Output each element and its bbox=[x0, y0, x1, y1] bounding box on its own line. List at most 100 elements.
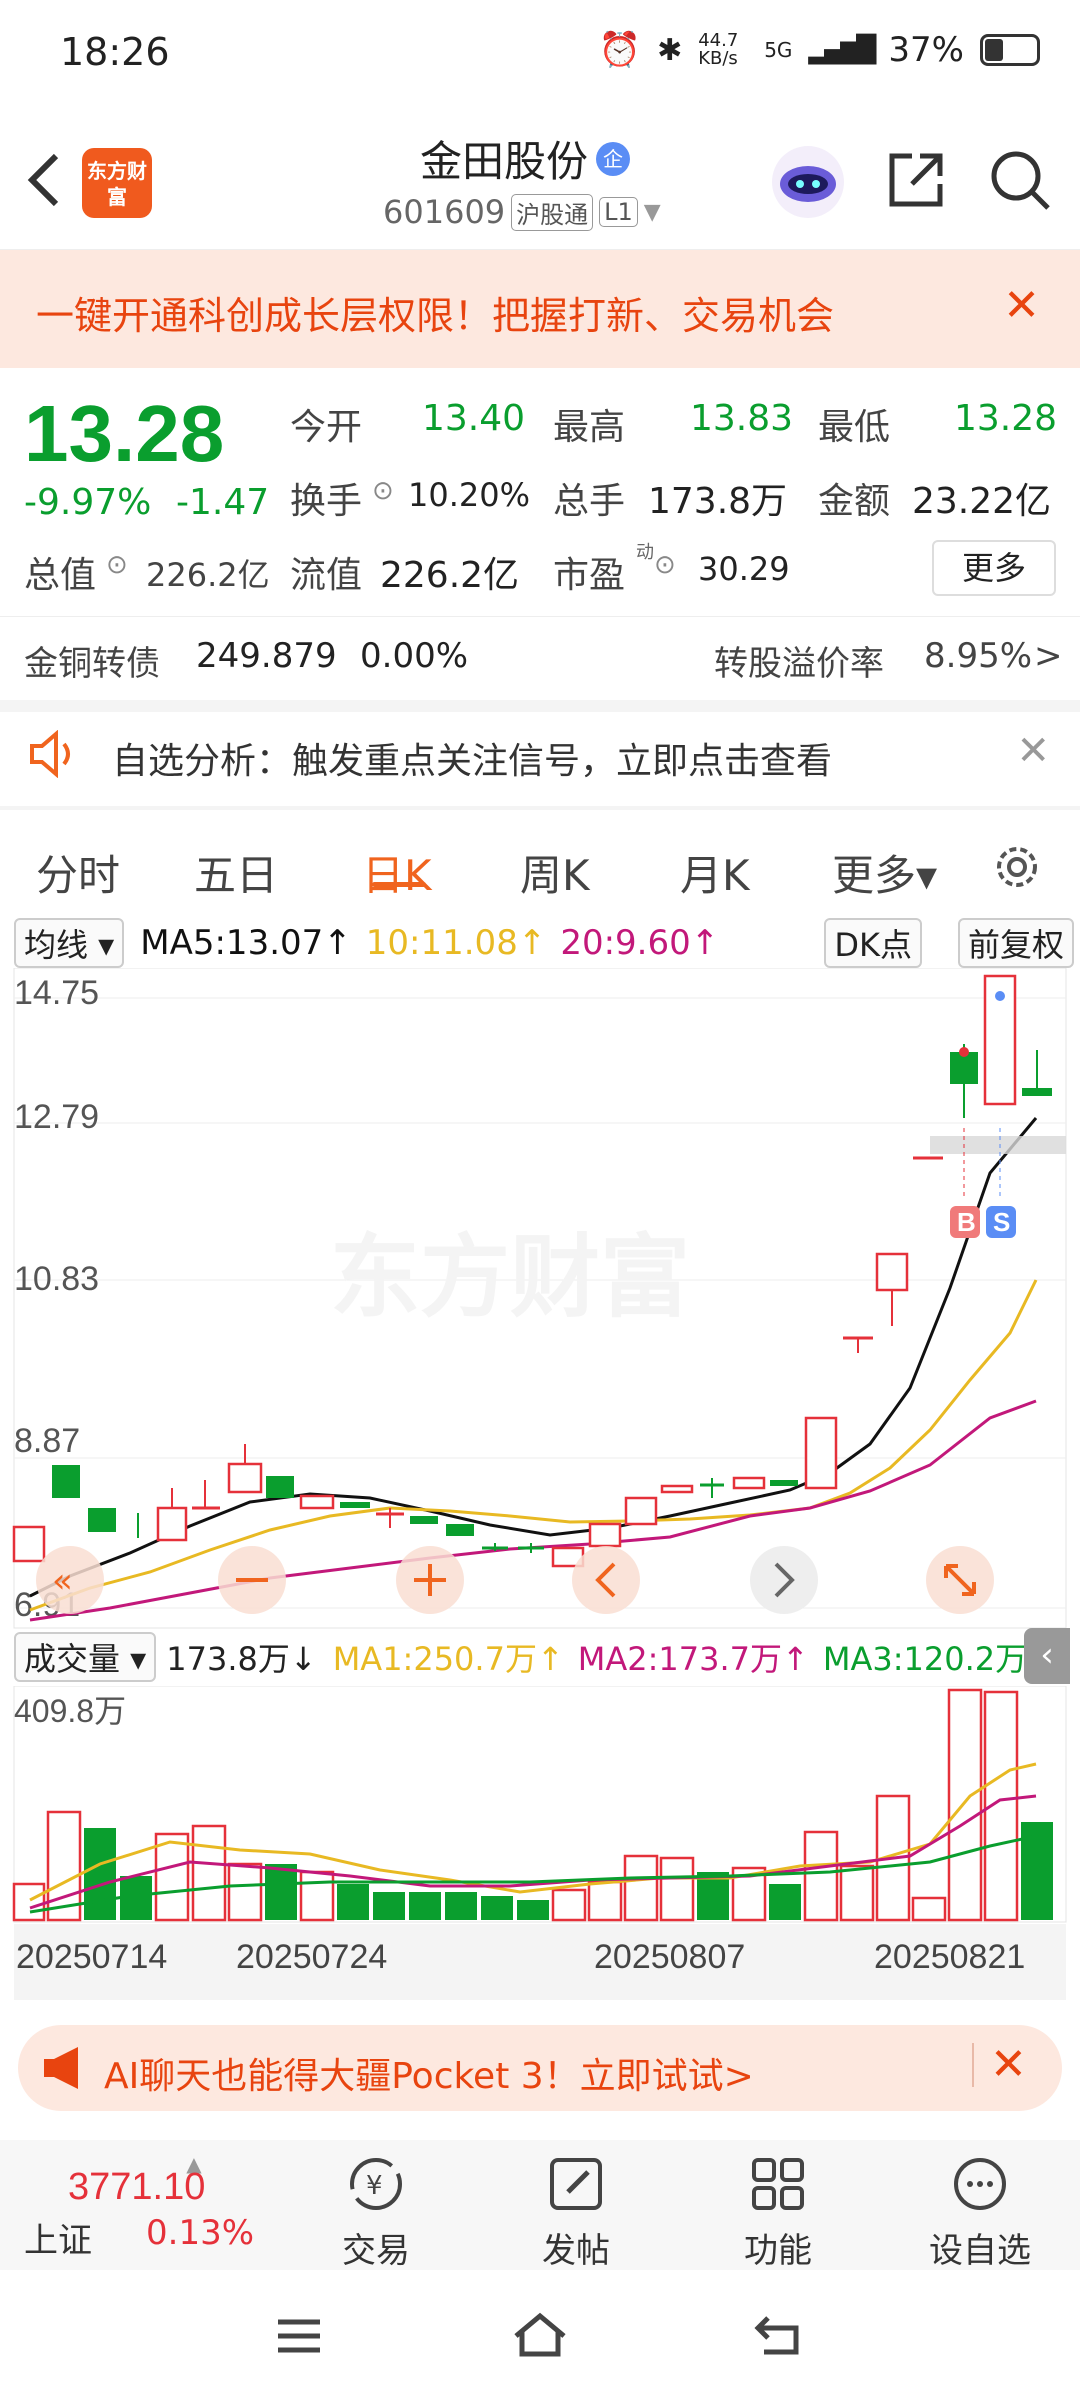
tab-weekly-k[interactable]: 周K bbox=[520, 842, 590, 903]
stock-code: 601609 bbox=[383, 193, 506, 231]
low-value: 13.28 bbox=[954, 398, 1058, 439]
info-icon[interactable]: ⊙ bbox=[372, 476, 394, 506]
candle-down bbox=[1022, 1088, 1052, 1096]
watermark: 东方财富 bbox=[330, 1225, 690, 1330]
kline-chart[interactable]: 东方财富 14.75 12.79 10.83 8.87 6.91 bbox=[0, 968, 1080, 1630]
premium-value: 8.95% bbox=[924, 636, 1033, 676]
close-icon[interactable]: ✕ bbox=[1016, 728, 1050, 774]
stock-name: 金田股份 bbox=[420, 137, 589, 186]
grid-icon bbox=[752, 2158, 804, 2210]
battery-pct: 37% bbox=[888, 30, 964, 70]
index-name: 上证 bbox=[24, 2221, 92, 2261]
trade-button[interactable]: ¥ 交易 bbox=[306, 2154, 446, 2272]
svg-text:¥: ¥ bbox=[366, 2171, 383, 2201]
function-button[interactable]: 功能 bbox=[708, 2154, 848, 2272]
up-arrow-icon: ▲ bbox=[186, 2152, 202, 2176]
date-label: 20250714 bbox=[16, 1938, 167, 1976]
candle-down bbox=[410, 1516, 438, 1524]
candle-up bbox=[804, 1416, 838, 1490]
candle-up bbox=[624, 1496, 658, 1526]
rewind-icon[interactable]: « bbox=[52, 1561, 73, 1601]
adjust-button[interactable]: 前复权 bbox=[957, 918, 1074, 968]
status-bar: 18:26 ⏰ ✱ 44.7 KB/s 5G ▂▄▆█ 37% bbox=[0, 0, 1080, 110]
buy-marker: B bbox=[957, 1207, 976, 1237]
active-tab-indicator bbox=[372, 882, 426, 887]
bond-name: 金铜转债 bbox=[24, 644, 160, 684]
share-icon[interactable] bbox=[884, 148, 948, 212]
gear-icon[interactable] bbox=[990, 840, 1044, 894]
info-icon[interactable]: ⊙ bbox=[654, 550, 676, 580]
candle-up bbox=[660, 1484, 694, 1494]
float-label: 流值 bbox=[290, 555, 363, 596]
change-percent: -9.97% bbox=[24, 482, 152, 523]
net-speed: 44.7 KB/s bbox=[698, 30, 739, 69]
tab-monthly-k[interactable]: 月K bbox=[680, 842, 750, 903]
tab-intraday[interactable]: 分时 bbox=[36, 842, 120, 903]
pe-dynamic-sup: 动 bbox=[636, 542, 654, 563]
volume-label: 总手 bbox=[553, 481, 626, 522]
ai-robot-icon[interactable] bbox=[768, 142, 848, 222]
volume-selector[interactable]: 成交量 ▾ bbox=[14, 1632, 157, 1682]
tab-more[interactable]: 更多▾ bbox=[832, 842, 937, 903]
candle-up bbox=[227, 1462, 263, 1494]
back-nav-icon[interactable] bbox=[752, 2312, 806, 2358]
stock-code-row[interactable]: 601609 沪股通 L1 ▼ bbox=[383, 193, 661, 231]
collapse-tab-icon[interactable]: ‹ bbox=[1024, 1628, 1070, 1684]
candle-down bbox=[770, 1480, 798, 1486]
tab-five-day[interactable]: 五日 bbox=[194, 842, 278, 903]
promo-banner[interactable]: 一键开通科创成长层权限！把握打新、交易机会 ✕ bbox=[0, 250, 1080, 368]
chevron-right-icon: > bbox=[1034, 636, 1063, 676]
dk-point-button[interactable]: DK点 bbox=[824, 918, 922, 968]
divider bbox=[972, 2043, 974, 2087]
ai-promo-banner[interactable]: AI聊天也能得大疆Pocket 3！立即试试> ✕ bbox=[18, 2025, 1062, 2111]
app-logo[interactable]: 东方财富 bbox=[82, 148, 152, 218]
candle-down bbox=[266, 1476, 294, 1498]
high-label: 最高 bbox=[553, 407, 626, 448]
signal-5g: 5G bbox=[764, 38, 793, 62]
home-icon[interactable] bbox=[510, 2310, 570, 2360]
promo-text: 一键开通科创成长层权限！把握打新、交易机会 bbox=[36, 294, 835, 338]
post-label: 发帖 bbox=[542, 2231, 610, 2271]
alarm-icon: ⏰ bbox=[598, 30, 642, 70]
info-icon[interactable]: ⊙ bbox=[106, 550, 128, 580]
more-button[interactable]: 更多 bbox=[932, 540, 1056, 596]
mktcap-label: 总值 bbox=[24, 555, 97, 596]
candle-down bbox=[446, 1524, 474, 1536]
search-icon[interactable] bbox=[988, 148, 1052, 212]
volume-legend: 成交量 ▾ 173.8万↓ MA1:250.7万↑ MA2:173.7万↑ MA… bbox=[14, 1632, 1064, 1682]
post-button[interactable]: 发帖 bbox=[506, 2154, 646, 2272]
trade-icon: ¥ bbox=[350, 2158, 402, 2210]
ma10-value: 10:11.08↑ bbox=[365, 923, 547, 963]
turnover-label: 换手 bbox=[290, 481, 363, 522]
add-watchlist-button[interactable]: 设自选 bbox=[910, 2154, 1050, 2272]
bond-price: 249.879 bbox=[196, 636, 337, 676]
back-icon[interactable] bbox=[20, 150, 70, 210]
current-price: 13.28 bbox=[24, 389, 225, 478]
index-widget[interactable]: ▲ 3771.10 上证 0.13% bbox=[24, 2152, 284, 2262]
change-amount: -1.47 bbox=[176, 482, 270, 523]
ma-legend: 均线 ▾ MA5:13.07↑ 10:11.08↑ 20:9.60↑ DK点 前… bbox=[14, 918, 1074, 968]
candle-up bbox=[156, 1506, 188, 1542]
tab-daily-k[interactable]: 日K bbox=[362, 842, 432, 903]
axis-label: 8.87 bbox=[14, 1422, 80, 1460]
more-dots-icon bbox=[954, 2158, 1006, 2210]
axis-label: 14.75 bbox=[14, 974, 99, 1012]
candle-down bbox=[88, 1508, 116, 1532]
volume-chart[interactable]: 409.8万 20250714 20250724 20250807 202508… bbox=[0, 1686, 1080, 2004]
low-label: 最低 bbox=[818, 407, 891, 448]
menu-icon[interactable] bbox=[274, 2316, 324, 2356]
bond-row[interactable]: 金铜转债 249.879 0.00% 转股溢价率 8.95% > bbox=[0, 616, 1080, 700]
vol-axis-label: 409.8万 bbox=[14, 1693, 126, 1729]
close-icon[interactable]: ✕ bbox=[990, 2039, 1027, 2090]
system-nav-bar bbox=[0, 2270, 1080, 2400]
chart-tabs: 分时 五日 日K 周K 月K 更多▾ bbox=[0, 810, 1080, 910]
status-icons: ⏰ ✱ 44.7 KB/s 5G ▂▄▆█ 37% bbox=[599, 30, 1040, 70]
notice-bar[interactable]: 自选分析：触发重点关注信号，立即点击查看 ✕ bbox=[0, 704, 1080, 804]
dropdown-icon: ▼ bbox=[643, 199, 661, 225]
candle-up bbox=[588, 1522, 622, 1548]
ma-selector[interactable]: 均线 ▾ bbox=[14, 918, 125, 968]
date-label: 20250807 bbox=[594, 1938, 745, 1976]
volume-value: 173.8万↓ bbox=[166, 1640, 317, 1678]
close-icon[interactable]: ✕ bbox=[1003, 280, 1040, 331]
candle-up bbox=[299, 1494, 335, 1510]
